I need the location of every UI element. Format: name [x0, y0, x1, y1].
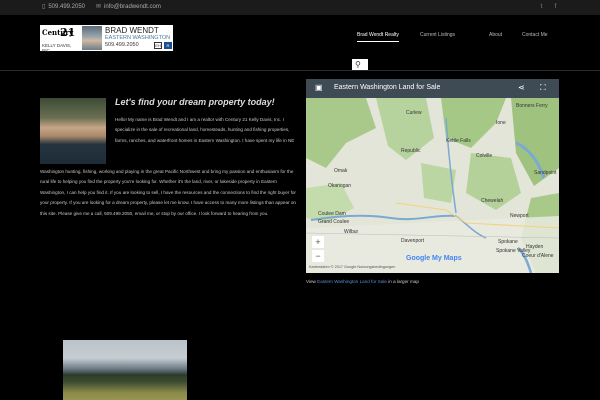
view-prefix: View — [306, 279, 318, 284]
map-label-ione: Ione — [496, 120, 506, 126]
brand-number: 21 — [60, 26, 76, 39]
nav-item-brad-wendt-realty[interactable]: Brad Wendt Realty — [357, 32, 399, 42]
agent-region: EASTERN WASHINGTON — [105, 35, 171, 41]
map-title[interactable]: Eastern Washington Land for Sale — [334, 84, 440, 91]
share-icon[interactable]: ⋖ — [518, 83, 525, 92]
realtor-icon: R — [164, 42, 172, 49]
map-header: ▣ Eastern Washington Land for Sale ⋖ ⛶ — [306, 79, 559, 98]
phone-icon: ▯ — [42, 4, 46, 10]
zoom-in-button[interactable]: + — [312, 236, 324, 248]
nav-item-current-listings[interactable]: Current Listings — [420, 32, 455, 38]
nav-item-about[interactable]: About — [489, 32, 502, 38]
phone-text: 509.499.2050 — [48, 4, 86, 10]
map-label-kettle-falls: Kettle Falls — [446, 138, 471, 144]
map-label-wilbur: Wilbur — [344, 229, 359, 235]
map-label-omak: Omak — [334, 168, 348, 174]
agent-portrait — [40, 98, 106, 164]
site-logo[interactable]: Century 21 KELLY DAVIS, INC BRAD WENDT E… — [40, 25, 173, 53]
equal-housing-icon: EH — [154, 42, 162, 49]
map-attribution[interactable]: Kartendaten © 2017 Google Nutzungsbeding… — [309, 265, 395, 269]
view-map-link[interactable]: Eastern Washington Land for Sale — [317, 279, 387, 284]
nav-item-contact-me[interactable]: Contact Me — [522, 32, 548, 38]
email-text: info@bradwendt.com — [104, 4, 161, 10]
page-heading: Let's find your dream property today! — [115, 97, 275, 107]
view-suffix: in a larger map — [386, 279, 419, 284]
map-label-coulee-dam: Coulee Dam — [318, 211, 346, 217]
map-label-republic: Republic — [401, 148, 421, 154]
twitter-icon[interactable]: t — [537, 3, 546, 12]
century21-logo: Century 21 KELLY DAVIS, INC — [41, 26, 80, 53]
map-label-spokane: Spokane — [498, 239, 518, 245]
map-label-colville: Colville — [476, 153, 493, 159]
map-label-hayden: Hayden — [526, 244, 544, 250]
map-label-sandpoint: Sandpoint — [534, 170, 557, 176]
bio-paragraph-bottom: Washington hunting, fishing, working and… — [40, 169, 296, 216]
map-canvas[interactable]: Spokane Spokane Valley Coeur d'Alene San… — [306, 98, 559, 273]
header-divider — [0, 70, 600, 71]
top-bar: ▯ 509.499.2050 ✉ info@bradwendt.com t f — [0, 0, 600, 15]
map-label-bonners-ferry: Bonners Ferry — [516, 103, 548, 109]
email-contact[interactable]: ✉ info@bradwendt.com — [96, 3, 161, 10]
map-label-grand-coulee: Grand Coulee — [318, 219, 350, 225]
brand-subtitle: KELLY DAVIS, INC — [42, 43, 72, 53]
logo-phone: 509.499.2050 — [105, 42, 139, 48]
agent-name: BRAD WENDT — [105, 26, 159, 35]
view-larger-map-line: View Eastern Washington Land for Sale in… — [306, 279, 419, 284]
fullscreen-icon[interactable]: ⛶ — [540, 83, 546, 93]
phone-contact[interactable]: ▯ 509.499.2050 — [42, 3, 85, 10]
map-label-okanogan: Okanogan — [328, 183, 352, 189]
map-label-davenport: Davenport — [401, 238, 425, 244]
map-label-chewelah: Chewelah — [481, 198, 504, 204]
mail-icon: ✉ — [96, 4, 102, 10]
landscape-photo[interactable] — [63, 340, 187, 400]
map-legend-icon[interactable]: ▣ — [315, 83, 323, 92]
map-label-newport: Newport — [510, 213, 529, 219]
agent-avatar — [82, 26, 102, 50]
facebook-icon[interactable]: f — [551, 3, 560, 12]
map-label-curlew: Curlew — [406, 110, 422, 116]
google-logo: Google My Maps — [406, 255, 462, 262]
bio-paragraph-top: Hello! My name is Brad Wendt and I am a … — [115, 117, 295, 143]
embedded-map[interactable]: ▣ Eastern Washington Land for Sale ⋖ ⛶ S… — [306, 79, 559, 273]
map-label-coeur-dalene: Coeur d'Alene — [522, 253, 554, 259]
zoom-out-button[interactable]: − — [312, 250, 324, 262]
search-icon: ⚲ — [355, 60, 361, 69]
